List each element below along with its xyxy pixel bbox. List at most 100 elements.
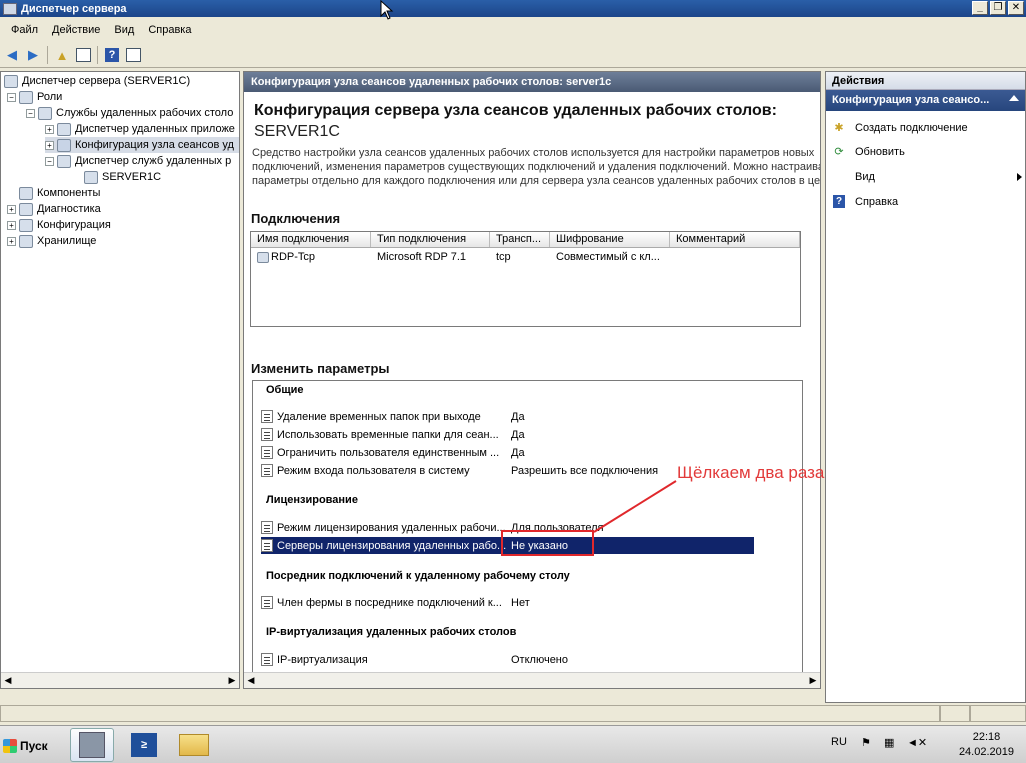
property-icon	[261, 521, 273, 534]
action-view[interactable]: Вид	[832, 168, 1022, 185]
actions-header: Действия	[826, 72, 1025, 90]
param-row[interactable]: Ограничить пользователя единственным ...…	[261, 444, 754, 461]
submenu-arrow-icon	[1017, 172, 1022, 181]
window-titlebar: Диспетчер сервера _ ❐ ✕	[0, 0, 1026, 17]
tree-item-diagnostics[interactable]: + Диагностика	[7, 201, 101, 217]
tree-item-components[interactable]: Компоненты	[7, 185, 100, 201]
property-icon	[261, 410, 273, 423]
components-icon	[19, 186, 33, 200]
param-row[interactable]: Удаление временных папок при выходе Да	[261, 408, 754, 425]
server-manager-icon	[3, 2, 17, 15]
tree-item-rdsh-config[interactable]: + Конфигурация узла сеансов уд	[45, 137, 239, 153]
actions-subheader[interactable]: Конфигурация узла сеансо...	[826, 90, 1025, 111]
language-indicator[interactable]: RU	[831, 736, 847, 748]
powershell-icon: ≥	[131, 733, 157, 757]
center-horizontal-scrollbar[interactable]: ◀ ▶	[244, 672, 820, 688]
remoteapp-icon	[57, 122, 71, 136]
system-clock[interactable]: 22:18 24.02.2019	[959, 730, 1014, 760]
table-header: Имя подключения Тип подключения Трансп..…	[251, 232, 800, 248]
collapse-icon[interactable]: −	[7, 92, 16, 102]
center-header: Конфигурация узла сеансов удаленных рабо…	[244, 72, 820, 92]
help-icon: ?	[832, 195, 846, 209]
status-bar	[0, 705, 1026, 723]
param-row[interactable]: IP-виртуализация Отключено	[261, 651, 754, 668]
menu-help[interactable]: Справка	[141, 24, 198, 36]
column-header[interactable]: Трансп...	[490, 232, 550, 247]
column-header[interactable]: Шифрование	[550, 232, 670, 247]
action-refresh[interactable]: ⟳ Обновить	[832, 143, 1022, 160]
property-icon	[261, 596, 273, 609]
network-icon[interactable]: ▦	[884, 736, 894, 749]
refresh-icon: ⟳	[834, 146, 844, 158]
tree-item-roles[interactable]: − Роли	[7, 89, 62, 105]
server-icon	[84, 170, 98, 184]
start-button[interactable]: Пуск	[3, 735, 55, 757]
taskbar-powershell[interactable]: ≥	[122, 728, 166, 762]
tree-item-rds[interactable]: − Службы удаленных рабочих столо	[26, 105, 233, 121]
property-icon	[261, 446, 273, 459]
roles-icon	[19, 90, 33, 104]
expand-icon[interactable]: +	[7, 220, 16, 230]
navigation-tree: Диспетчер сервера (SERVER1C) − Роли − Сл…	[0, 71, 240, 689]
action-help[interactable]: ? Справка	[832, 193, 1022, 210]
collapse-icon[interactable]: −	[45, 156, 54, 166]
config-icon	[57, 138, 71, 152]
tree-item-root[interactable]: Диспетчер сервера (SERVER1C)	[4, 73, 190, 89]
window-title: Диспетчер сервера	[21, 2, 127, 15]
tree-item-server[interactable]: SERVER1C	[84, 169, 161, 185]
server-name: SERVER1C	[254, 123, 340, 140]
tree-item-remoteapp[interactable]: + Диспетчер удаленных приложе	[45, 121, 235, 137]
tree-item-licensing[interactable]: − Диспетчер служб удаленных р	[45, 153, 231, 169]
server-icon	[4, 74, 18, 88]
column-header[interactable]: Комментарий	[670, 232, 800, 247]
back-icon[interactable]: ◀	[3, 46, 21, 64]
forward-icon[interactable]: ▶	[24, 46, 42, 64]
param-row[interactable]: Использовать временные папки для сеан...…	[261, 426, 754, 443]
rds-icon	[38, 106, 52, 120]
group-general: Общие	[266, 384, 304, 396]
action-center-flag-icon[interactable]: ⚑	[861, 736, 871, 749]
collapse-up-icon[interactable]	[1009, 95, 1019, 101]
center-pane: Конфигурация узла сеансов удаленных рабо…	[243, 71, 821, 689]
mouse-cursor-icon	[380, 0, 394, 20]
minimize-button[interactable]: _	[972, 1, 988, 15]
tree-item-configuration[interactable]: + Конфигурация	[7, 217, 111, 233]
taskbar-server-manager[interactable]	[70, 728, 114, 762]
scroll-right-icon[interactable]: ▶	[806, 675, 820, 686]
property-icon	[261, 539, 273, 552]
windows-logo-icon	[3, 739, 17, 753]
column-header[interactable]: Имя подключения	[251, 232, 371, 247]
action-create-connection[interactable]: ✱ Создать подключение	[832, 119, 1022, 136]
expand-icon[interactable]: +	[45, 124, 54, 134]
folder-icon	[179, 734, 209, 756]
expand-icon[interactable]: +	[7, 204, 16, 214]
up-folder-icon[interactable]: ▲	[53, 46, 71, 64]
table-row[interactable]: RDP-Tcp Microsoft RDP 7.1 tcp Совместимы…	[251, 248, 800, 266]
menu-file[interactable]: Файл	[4, 24, 45, 36]
page-title: Конфигурация сервера узла сеансов удален…	[254, 102, 777, 119]
help-icon[interactable]: ?	[103, 46, 121, 64]
tree-horizontal-scrollbar[interactable]: ◀ ▶	[1, 672, 239, 688]
diagnostics-icon	[19, 202, 33, 216]
volume-muted-icon[interactable]: ◄✕	[907, 736, 927, 749]
scroll-left-icon[interactable]: ◀	[1, 675, 15, 686]
close-button[interactable]: ✕	[1008, 1, 1024, 15]
tree-item-storage[interactable]: + Хранилище	[7, 233, 96, 249]
properties-icon[interactable]	[124, 46, 142, 64]
menu-view[interactable]: Вид	[107, 24, 141, 36]
toolbar: ◀ ▶ ▲ ?	[0, 43, 1026, 68]
storage-icon	[19, 234, 33, 248]
taskbar-explorer[interactable]	[172, 728, 216, 762]
expand-icon[interactable]: +	[45, 140, 54, 150]
maximize-button[interactable]: ❐	[990, 1, 1006, 15]
show-hide-tree-icon[interactable]	[74, 46, 92, 64]
scroll-left-icon[interactable]: ◀	[244, 675, 258, 686]
group-licensing: Лицензирование	[266, 494, 358, 506]
scroll-right-icon[interactable]: ▶	[225, 675, 239, 686]
column-header[interactable]: Тип подключения	[371, 232, 490, 247]
param-row[interactable]: Член фермы в посреднике подключений к...…	[261, 594, 754, 611]
collapse-icon[interactable]: −	[26, 108, 35, 118]
expand-icon[interactable]: +	[7, 236, 16, 246]
menu-action[interactable]: Действие	[45, 24, 107, 36]
server-manager-icon	[79, 732, 105, 758]
